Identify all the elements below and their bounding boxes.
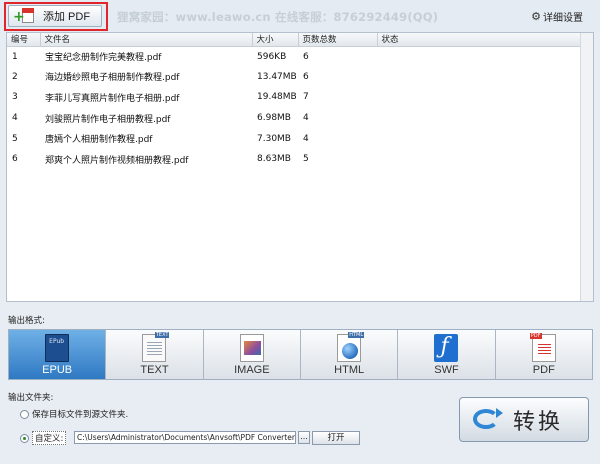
row-number: 4 <box>12 113 18 124</box>
image-icon <box>239 334 264 362</box>
brand-text: 狸窝家园：www.leawo.cn 在线客服：876292449(QQ) <box>117 10 439 24</box>
toolbar: + 添加 PDF 狸窝家园：www.leawo.cn 在线客服：87629244… <box>0 0 600 32</box>
row-pages: 5 <box>303 154 309 165</box>
custom-folder-radio[interactable] <box>20 433 29 443</box>
row-size: 8.63MB <box>257 154 291 165</box>
table-row[interactable]: 5 唐嫣个人相册制作教程.pdf 7.30MB 4 <box>7 128 581 149</box>
row-pages: 4 <box>303 113 309 124</box>
table-row[interactable]: 4 刘骏照片制作电子相册教程.pdf 6.98MB 4 <box>7 108 581 129</box>
flash-icon <box>434 334 459 362</box>
row-filename: 唐嫣个人相册制作教程.pdf <box>45 135 153 146</box>
row-number: 3 <box>12 92 18 103</box>
row-filename: 李菲儿写真照片制作电子相册.pdf <box>45 93 180 104</box>
column-header-number[interactable]: 编号 <box>7 33 41 47</box>
format-label: HTML <box>334 364 365 376</box>
table-row[interactable]: 2 海边婚纱照电子相册制作教程.pdf 13.47MB 6 <box>7 67 581 88</box>
format-label: SWF <box>434 364 459 376</box>
file-table: 编号 文件名 大小 页数总数 状态 1 宝宝纪念册制作完美教程.pdf 596K… <box>7 33 582 170</box>
format-tab-image[interactable]: IMAGE <box>203 330 301 379</box>
vertical-scrollbar[interactable] <box>580 33 593 301</box>
row-pages: 6 <box>303 51 309 62</box>
column-header-size[interactable]: 大小 <box>252 33 299 47</box>
format-tab-pdf[interactable]: PDF PDF <box>495 330 592 379</box>
save-to-source-radio[interactable] <box>20 409 29 419</box>
row-filename: 刘骏照片制作电子相册教程.pdf <box>45 114 171 125</box>
row-filename: 海边婚纱照电子相册制作教程.pdf <box>45 73 180 84</box>
format-label: IMAGE <box>234 364 270 376</box>
custom-folder-label: 自定义: <box>32 431 67 445</box>
format-selector: EPUB TEXT TEXT IMAGE HTML HTML SWF PDF P… <box>8 329 593 380</box>
row-size: 13.47MB <box>257 71 297 82</box>
format-tab-html[interactable]: HTML HTML <box>300 330 399 379</box>
row-status <box>377 108 581 129</box>
settings-button[interactable]: ⚙ 详细设置 <box>531 9 583 24</box>
add-pdf-button[interactable]: + 添加 PDF <box>8 5 102 27</box>
open-folder-button[interactable]: 打开 <box>312 431 360 445</box>
refresh-arrow-icon <box>471 407 503 433</box>
table-row[interactable]: 1 宝宝纪念册制作完美教程.pdf 596KB 6 <box>7 46 581 67</box>
row-size: 6.98MB <box>257 113 291 124</box>
column-header-status[interactable]: 状态 <box>377 33 582 47</box>
row-size: 19.48MB <box>257 92 297 103</box>
convert-button[interactable]: 转换 <box>459 397 589 442</box>
row-pages: 6 <box>303 71 309 82</box>
format-label: EPUB <box>42 364 73 376</box>
settings-label: 详细设置 <box>543 13 583 24</box>
browse-button[interactable]: ... <box>298 431 310 444</box>
table-row[interactable]: 3 李菲儿写真照片制作电子相册.pdf 19.48MB 7 <box>7 87 581 108</box>
custom-folder-option[interactable]: 自定义: <box>20 431 67 445</box>
row-filename: 郑爽个人照片制作视频相册教程.pdf <box>45 155 189 166</box>
add-pdf-label: 添加 PDF <box>43 11 91 23</box>
row-filename: 宝宝纪念册制作完美教程.pdf <box>45 53 162 64</box>
format-tab-epub[interactable]: EPUB <box>9 330 107 379</box>
epub-book-icon <box>45 334 70 362</box>
convert-label: 转换 <box>513 409 564 435</box>
column-header-filename[interactable]: 文件名 <box>40 33 253 47</box>
row-size: 596KB <box>257 51 287 62</box>
save-to-source-option[interactable]: 保存目标文件到源文件夹. <box>20 408 128 420</box>
row-status <box>377 67 581 88</box>
format-tab-text[interactable]: TEXT TEXT <box>106 330 204 379</box>
file-list: 编号 文件名 大小 页数总数 状态 1 宝宝纪念册制作完美教程.pdf 596K… <box>6 32 594 302</box>
row-size: 7.30MB <box>257 133 291 144</box>
row-number: 1 <box>12 51 18 62</box>
add-pdf-icon: + <box>13 7 37 25</box>
column-header-pages[interactable]: 页数总数 <box>298 33 378 47</box>
row-status <box>377 149 581 170</box>
output-path-field[interactable]: C:\Users\Administrator\Documents\Anvsoft… <box>74 431 296 444</box>
row-status <box>377 128 581 149</box>
pdf-document-icon: PDF <box>529 333 556 362</box>
row-status <box>377 46 581 67</box>
row-pages: 7 <box>303 92 309 103</box>
row-pages: 4 <box>303 133 309 144</box>
row-number: 5 <box>12 133 18 144</box>
format-tab-swf[interactable]: SWF <box>398 330 496 379</box>
row-number: 6 <box>12 154 18 165</box>
format-label: PDF <box>532 364 555 376</box>
row-status <box>377 87 581 108</box>
text-document-icon: TEXT <box>142 332 170 362</box>
gear-icon: ⚙ <box>531 10 541 23</box>
output-folder-label: 输出文件夹: <box>8 393 54 403</box>
format-label: TEXT <box>140 364 169 376</box>
html-globe-icon: HTML <box>337 332 365 362</box>
row-number: 2 <box>12 71 18 82</box>
table-row[interactable]: 6 郑爽个人照片制作视频相册教程.pdf 8.63MB 5 <box>7 149 581 170</box>
output-format-label: 输出格式: <box>8 316 45 326</box>
save-to-source-label: 保存目标文件到源文件夹. <box>32 410 129 420</box>
